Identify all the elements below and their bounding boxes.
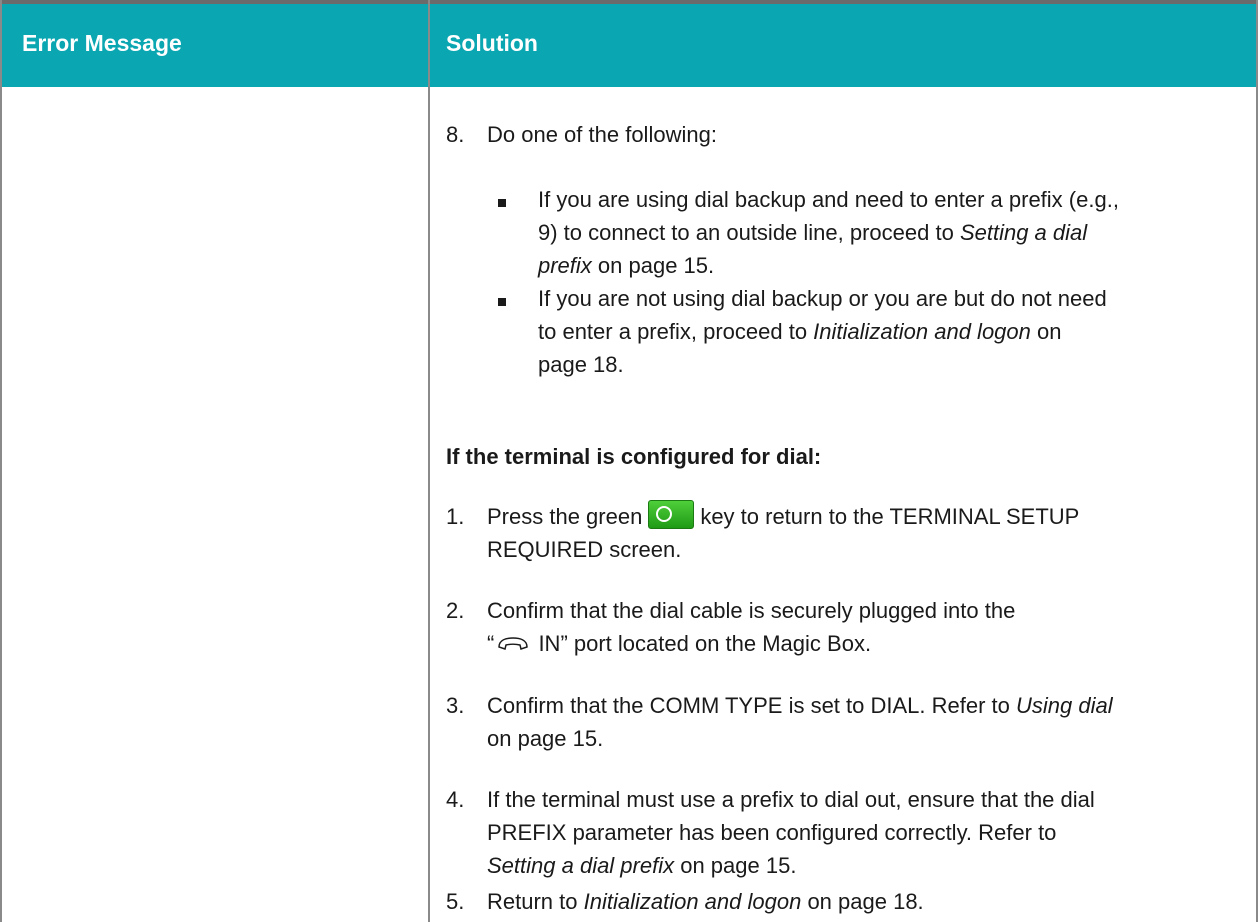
step-text: Confirm that the COMM TYPE is set to DIA… xyxy=(487,693,1016,718)
bullet-line: 9) to connect to an outside line, procee… xyxy=(538,216,1087,249)
bullet-text: 9) to connect to an outside line, procee… xyxy=(538,220,960,245)
step-text: on page 18. xyxy=(801,889,924,914)
step-line: REQUIRED screen. xyxy=(487,537,682,562)
bullet-text: on xyxy=(1030,319,1062,344)
step-link-text: Setting a dial prefix xyxy=(487,853,675,878)
dial-heading: If the terminal is configured for dial: xyxy=(446,440,821,473)
solution-table: Error Message Solution 8. Do one of the … xyxy=(0,0,1258,922)
header-top-border xyxy=(0,0,1258,4)
bullet-link-text: prefix xyxy=(538,253,592,278)
column-divider xyxy=(428,0,430,922)
bullet-marker xyxy=(498,298,506,306)
bullet-link-text: Initialization and logon xyxy=(813,319,1031,344)
step-line: Confirm that the COMM TYPE is set to DIA… xyxy=(487,689,1113,722)
step-number: 4. xyxy=(446,787,465,812)
step-text: Press the green xyxy=(487,504,643,529)
bullet-line: If you are not using dial backup or you … xyxy=(538,286,1107,311)
step-number: 3. xyxy=(446,693,465,718)
step-line: Return to Initialization and logon on pa… xyxy=(487,885,924,918)
phone-handset-icon xyxy=(498,637,529,650)
step-text: on page 15. xyxy=(674,853,797,878)
bullet-text: on page 15. xyxy=(591,253,715,278)
step-number: 8. xyxy=(446,122,465,147)
step-text: key to return to the TERMINAL SETUP xyxy=(700,504,1080,529)
step-number: 5. xyxy=(446,889,465,914)
green-key-icon xyxy=(648,500,695,529)
dial-heading-text: If the terminal is configured for dial: xyxy=(446,444,822,469)
step-line: on page 15. xyxy=(487,726,604,751)
step-text: Do one of the following: xyxy=(487,122,717,147)
step-text: IN” port located on the Magic Box. xyxy=(532,631,872,656)
step-text: “ xyxy=(487,631,495,656)
bullet-line: to enter a prefix, proceed to Initializa… xyxy=(538,315,1061,348)
step-link-text: Initialization and logon xyxy=(583,889,802,914)
header-solution: Solution xyxy=(446,30,538,56)
step-line: Setting a dial prefix on page 15. xyxy=(487,849,796,882)
bullet-link-text: Setting a dial xyxy=(959,220,1088,245)
table-border-left xyxy=(0,0,2,922)
table-header: Error Message Solution xyxy=(0,0,1258,87)
step-line: If the terminal must use a prefix to dia… xyxy=(487,787,1095,812)
bullet-line: If you are using dial backup and need to… xyxy=(538,187,1119,212)
step-line: “ IN” port located on the Magic Box. xyxy=(487,627,871,660)
bullet-line: page 18. xyxy=(538,352,624,377)
header-error-message: Error Message xyxy=(22,30,182,56)
step-line: PREFIX parameter has been configured cor… xyxy=(487,820,1057,845)
step-line: Confirm that the dial cable is securely … xyxy=(487,598,1016,623)
step-number: 1. xyxy=(446,504,465,529)
step-number: 2. xyxy=(446,598,465,623)
bullet-text: to enter a prefix, proceed to xyxy=(538,319,814,344)
step-link-text: Using dial xyxy=(1016,693,1113,718)
bullet-line: prefix on page 15. xyxy=(538,249,714,282)
step-line: Press the green key to return to the TERM… xyxy=(487,500,1079,533)
bullet-marker xyxy=(498,199,506,207)
step-text: Return to xyxy=(487,889,584,914)
